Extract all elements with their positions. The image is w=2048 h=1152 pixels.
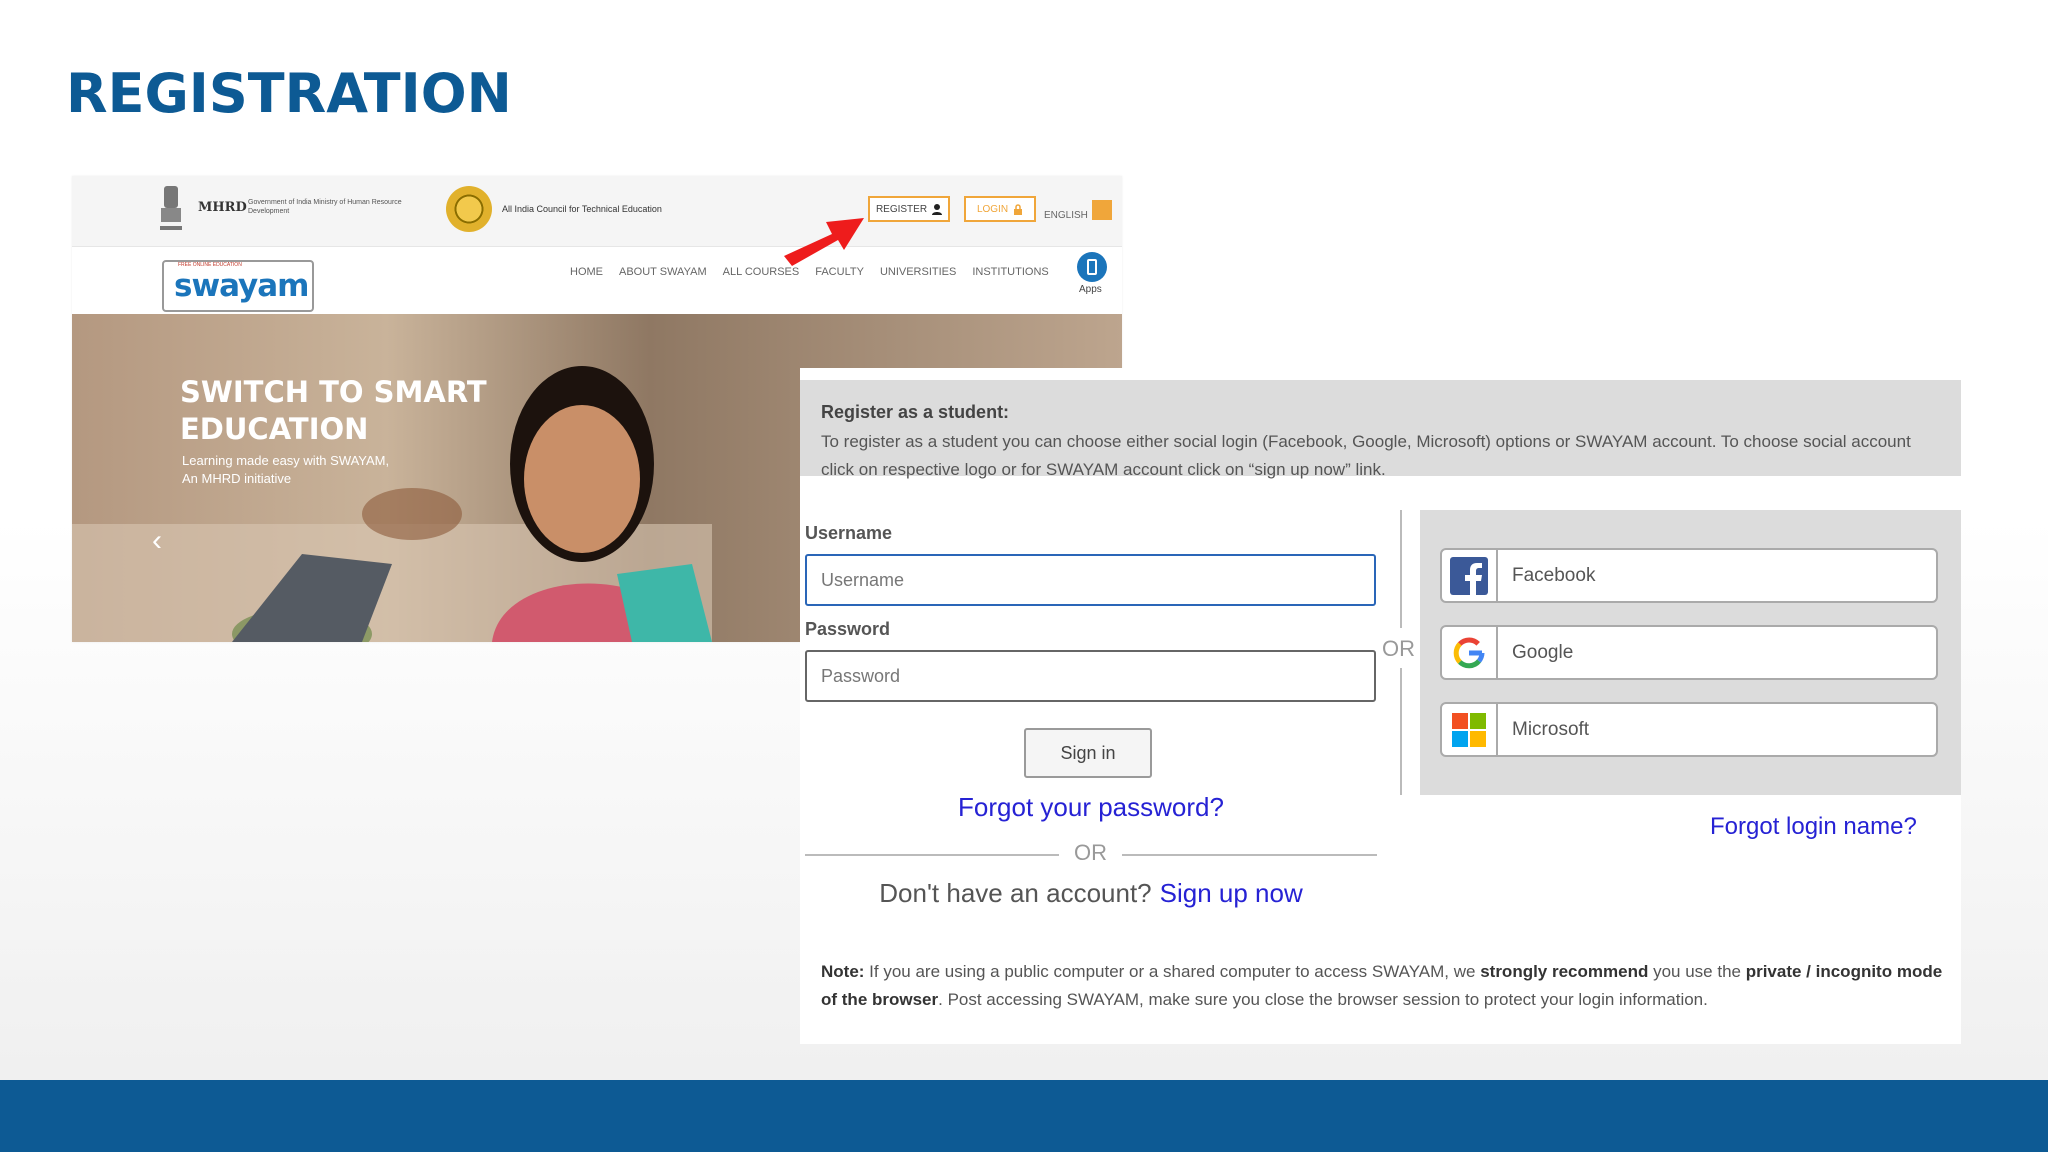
- facebook-label: Facebook: [1512, 564, 1596, 586]
- user-icon: [932, 203, 943, 215]
- language-selector[interactable]: ENGLISH: [1044, 210, 1088, 221]
- swayam-logo[interactable]: FREE ONLINE EDUCATION swayam: [162, 260, 314, 312]
- hero-heading: SWITCH TO SMART EDUCATION: [180, 375, 487, 446]
- hero-subtext: Learning made easy with SWAYAM, An MHRD …: [182, 453, 390, 486]
- nav-universities[interactable]: UNIVERSITIES: [880, 266, 956, 278]
- site-top-bar: MHRD Government of India Ministry of Hum…: [72, 176, 1122, 247]
- forgot-login-name-link[interactable]: Forgot login name?: [1710, 813, 1917, 841]
- apps-label: Apps: [1079, 284, 1102, 295]
- signup-row: Don't have an account? Sign up now: [800, 878, 1382, 909]
- nav-home[interactable]: HOME: [570, 266, 603, 278]
- facebook-login-button[interactable]: Facebook: [1440, 548, 1938, 603]
- info-title: Register as a student:: [821, 402, 1010, 422]
- language-dropdown-icon[interactable]: [1092, 200, 1112, 220]
- sign-up-link[interactable]: Sign up now: [1160, 878, 1303, 908]
- aicte-logo-icon: [446, 186, 492, 232]
- password-label: Password: [805, 619, 891, 639]
- google-login-button[interactable]: Google: [1440, 625, 1938, 680]
- privacy-note: Note: If you are using a public computer…: [821, 962, 1943, 1009]
- microsoft-label: Microsoft: [1512, 718, 1590, 740]
- or-divider-text: OR: [1074, 840, 1107, 865]
- lock-icon: [1014, 203, 1023, 215]
- mhrd-subtitle: Government of India Ministry of Human Re…: [248, 199, 402, 215]
- vertical-divider-top: [1400, 510, 1402, 628]
- info-box: Register as a student: To register as a …: [800, 380, 1961, 479]
- national-emblem-icon: [160, 186, 182, 230]
- username-label: Username: [805, 523, 893, 543]
- apps-icon[interactable]: [1077, 252, 1107, 282]
- forgot-password-link[interactable]: Forgot your password?: [800, 792, 1382, 823]
- google-icon: [1453, 636, 1485, 668]
- nav-about-swayam[interactable]: ABOUT SWAYAM: [619, 266, 707, 278]
- google-label: Google: [1512, 641, 1574, 663]
- login-button[interactable]: LOGIN: [964, 196, 1036, 222]
- vertical-divider-bottom: [1400, 668, 1402, 795]
- register-button[interactable]: REGISTER: [868, 196, 950, 222]
- slide-title: REGISTRATION: [66, 62, 512, 125]
- registration-panel: Register as a student: To register as a …: [800, 368, 1961, 1044]
- nav-institutions[interactable]: INSTITUTIONS: [972, 266, 1048, 278]
- footer-bar: [0, 1080, 2048, 1152]
- sign-in-button[interactable]: Sign in: [1024, 728, 1152, 778]
- or-divider-right: [1122, 854, 1377, 856]
- facebook-icon: [1450, 556, 1488, 595]
- info-text: To register as a student you can choose …: [821, 432, 1911, 479]
- microsoft-login-button[interactable]: Microsoft: [1440, 702, 1938, 757]
- no-account-text: Don't have an account?: [879, 878, 1152, 908]
- carousel-prev-icon[interactable]: ‹: [152, 524, 162, 558]
- or-divider-left: [805, 854, 1059, 856]
- social-login-box: Facebook Google Microsoft: [1420, 510, 1961, 795]
- red-arrow-icon: [784, 218, 864, 266]
- microsoft-icon: [1452, 712, 1486, 747]
- mhrd-label: MHRD: [198, 200, 247, 215]
- password-input[interactable]: [805, 650, 1376, 702]
- username-input[interactable]: [805, 554, 1376, 606]
- aicte-label: All India Council for Technical Educatio…: [502, 204, 662, 214]
- or-vertical-text: OR: [1382, 636, 1415, 661]
